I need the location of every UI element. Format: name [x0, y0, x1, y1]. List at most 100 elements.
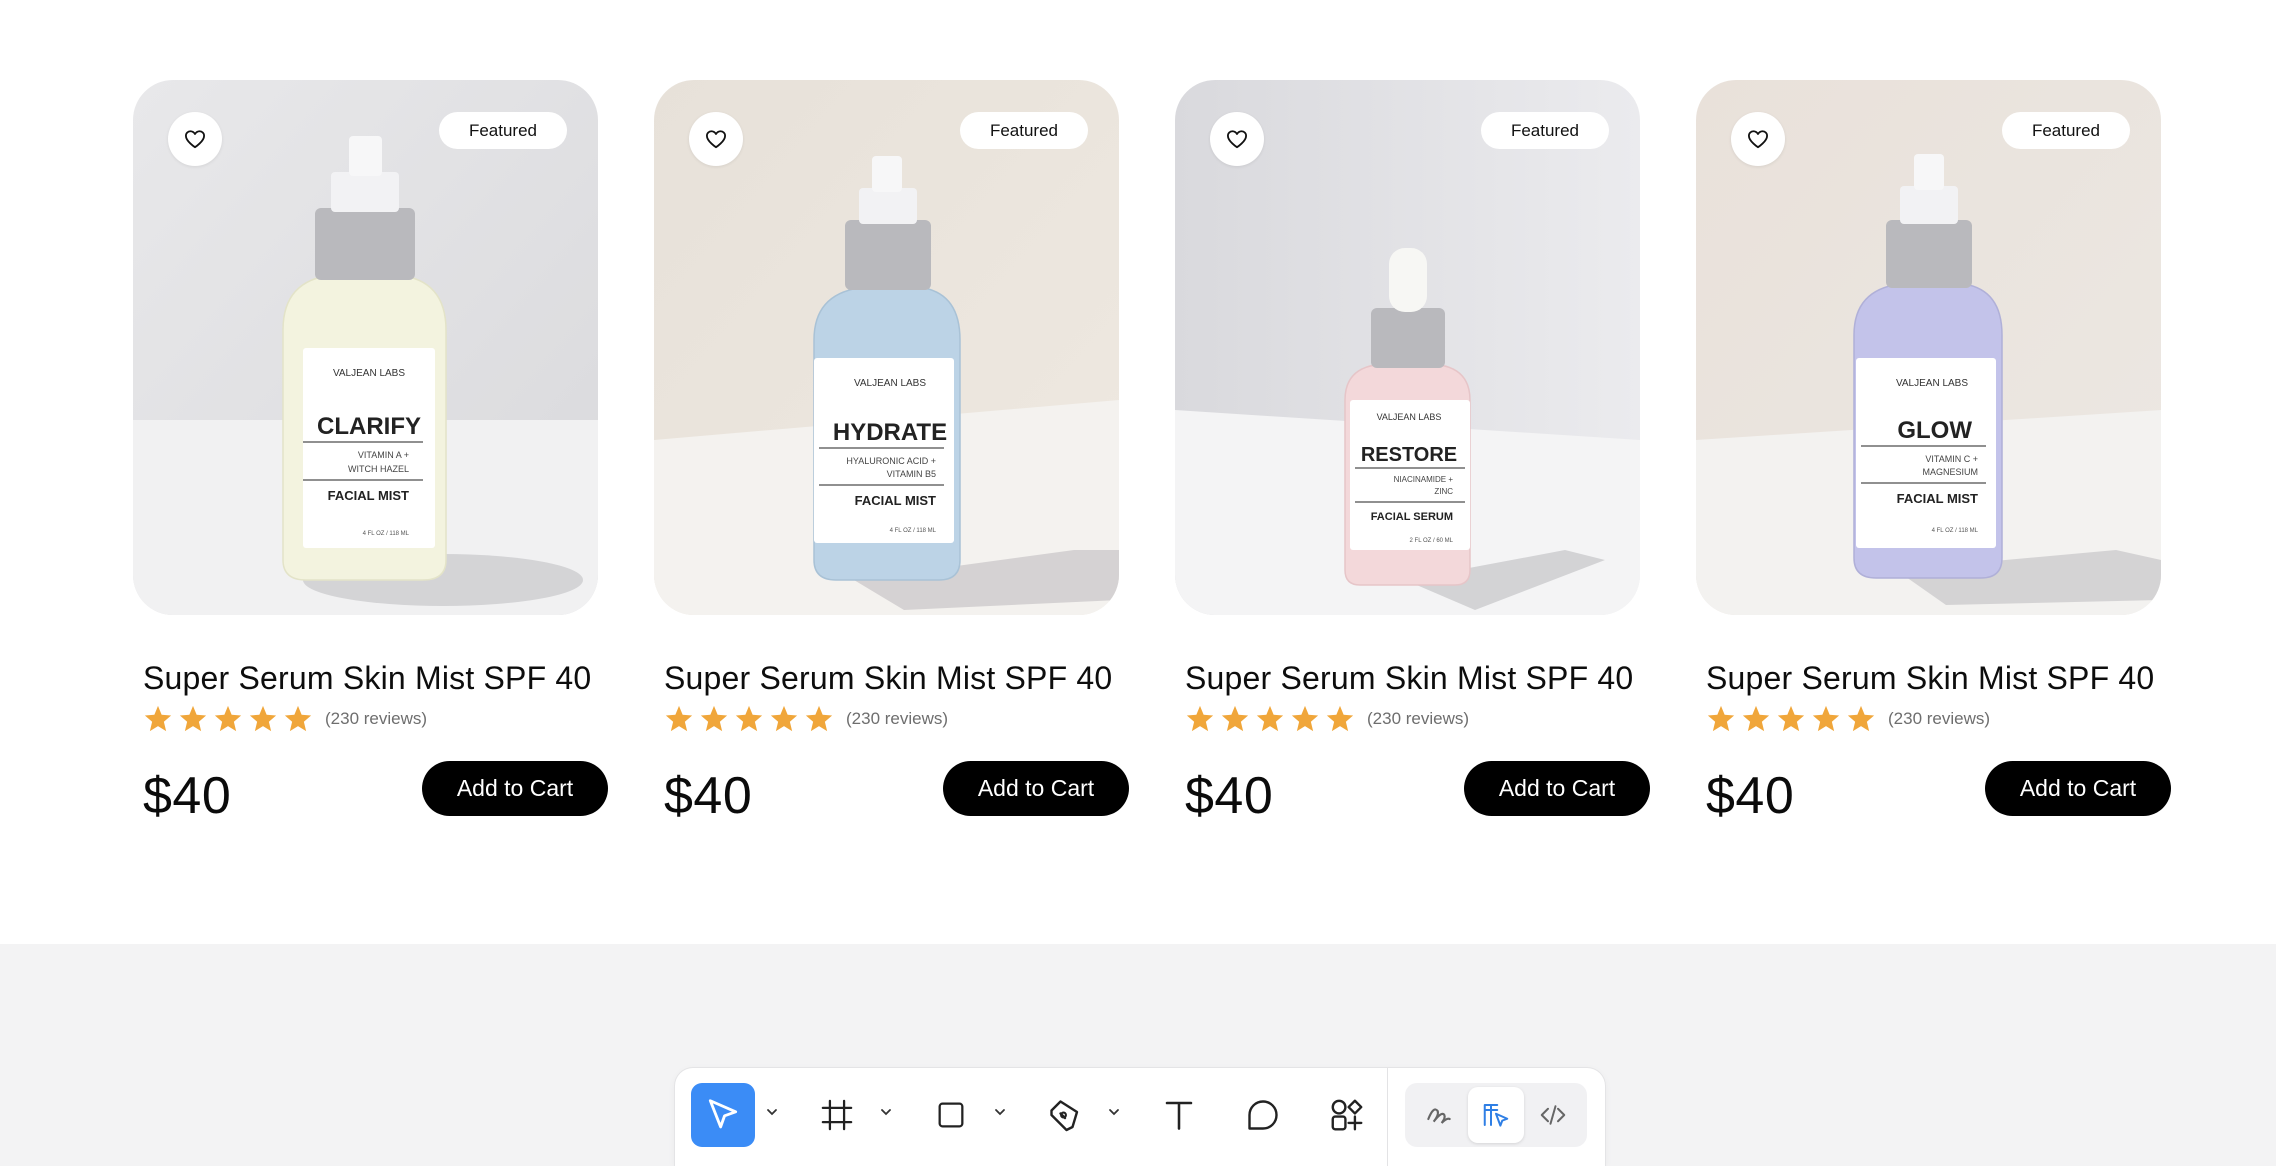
favorite-button[interactable] [1731, 112, 1785, 166]
star-icon [1256, 705, 1284, 732]
star-icon [1186, 705, 1214, 732]
bottle-label-name: CLARIFY [317, 413, 421, 440]
draw-icon [1427, 1108, 1451, 1124]
product-title[interactable]: Super Serum Skin Mist SPF 40 [664, 660, 1112, 697]
review-count[interactable]: (230 reviews) [325, 709, 427, 729]
star-icon [1742, 705, 1770, 732]
mode-switcher [1405, 1083, 1587, 1147]
product-image[interactable]: VALJEAN LABS CLARIFY VITAMIN A + WITCH H… [133, 80, 598, 615]
draw-mode-button[interactable] [1411, 1087, 1467, 1143]
bottle-size: 4 FL OZ / 118 ML [890, 528, 937, 534]
text-tool-button[interactable] [1147, 1083, 1211, 1147]
chevron-down-icon[interactable] [992, 1104, 1008, 1120]
product-title[interactable]: Super Serum Skin Mist SPF 40 [1706, 660, 2154, 697]
star-icon [1291, 705, 1319, 732]
favorite-button[interactable] [168, 112, 222, 166]
pen-icon [1050, 1100, 1079, 1132]
star-icon [249, 705, 277, 732]
add-to-cart-button[interactable]: Add to Cart [1985, 761, 2171, 816]
bottle-ingredient: VITAMIN A + [358, 450, 409, 460]
comment-tool-button[interactable] [1231, 1083, 1295, 1147]
chevron-down-icon[interactable] [878, 1104, 894, 1120]
dev-mode-button[interactable] [1525, 1087, 1581, 1143]
product-title[interactable]: Super Serum Skin Mist SPF 40 [143, 660, 591, 697]
rating-stars [1185, 704, 1355, 734]
components-icon [1331, 1099, 1363, 1131]
bottle-brand: VALJEAN LABS [333, 368, 405, 379]
bottle-size: 4 FL OZ / 118 ML [363, 531, 410, 537]
star-icon [1326, 705, 1354, 732]
heart-icon [706, 130, 726, 149]
bottle-size: 4 FL OZ / 118 ML [1932, 528, 1979, 534]
star-icon [665, 705, 693, 732]
rectangle-icon [938, 1102, 964, 1128]
chevron-down-icon[interactable] [764, 1104, 780, 1120]
product-rating: (230 reviews) [1706, 704, 1990, 734]
star-icon [805, 705, 833, 732]
star-icon [144, 705, 172, 732]
star-icon [735, 705, 763, 732]
product-card: VALJEAN LABS GLOW VITAMIN C + MAGNESIUM … [1696, 80, 2171, 825]
bottle-ingredient: ZINC [1434, 487, 1453, 496]
heart-icon [185, 130, 205, 149]
favorite-button[interactable] [1210, 112, 1264, 166]
comment-icon [1248, 1100, 1278, 1130]
bottle-ingredient: HYALURONIC ACID + [846, 456, 936, 466]
add-to-cart-button[interactable]: Add to Cart [422, 761, 608, 816]
frame-tool-button[interactable] [805, 1083, 869, 1147]
product-rating: (230 reviews) [664, 704, 948, 734]
star-icon [1777, 705, 1805, 732]
bottle-type: FACIAL SERUM [1371, 511, 1453, 523]
star-icon [770, 705, 798, 732]
star-icon [284, 705, 312, 732]
bottle-ingredient: NIACINAMIDE + [1394, 475, 1454, 484]
star-icon [1812, 705, 1840, 732]
bottle-type: FACIAL MIST [855, 493, 936, 508]
pen-tool-button[interactable] [1033, 1083, 1097, 1147]
code-icon [1540, 1105, 1566, 1125]
bottle-ingredient: VITAMIN B5 [887, 469, 936, 479]
rectangle-tool-button[interactable] [919, 1083, 983, 1147]
design-toolbar [675, 1068, 1605, 1166]
featured-badge: Featured [1480, 112, 1609, 149]
product-title[interactable]: Super Serum Skin Mist SPF 40 [1185, 660, 1633, 697]
star-icon [700, 705, 728, 732]
star-icon [1221, 705, 1249, 732]
bottle-type: FACIAL MIST [1897, 491, 1978, 506]
favorite-button[interactable] [689, 112, 743, 166]
add-to-cart-button[interactable]: Add to Cart [1464, 761, 1650, 816]
product-image[interactable]: VALJEAN LABS HYDRATE HYALURONIC ACID + V… [654, 80, 1119, 615]
bottle-label-name: HYDRATE [833, 419, 947, 446]
app-canvas: VALJEAN LABS CLARIFY VITAMIN A + WITCH H… [0, 0, 2276, 1166]
toolbar-divider [1387, 1068, 1388, 1166]
star-icon [214, 705, 242, 732]
bottle-ingredient: MAGNESIUM [1922, 467, 1978, 477]
review-count[interactable]: (230 reviews) [846, 709, 948, 729]
design-icon [1483, 1104, 1509, 1127]
product-image[interactable]: VALJEAN LABS GLOW VITAMIN C + MAGNESIUM … [1696, 80, 2161, 615]
review-count[interactable]: (230 reviews) [1367, 709, 1469, 729]
design-mode-button[interactable] [1468, 1087, 1524, 1143]
product-card: VALJEAN LABS HYDRATE HYALURONIC ACID + V… [654, 80, 1129, 825]
product-rating: (230 reviews) [143, 704, 427, 734]
featured-badge: Featured [438, 112, 567, 149]
bottle-ingredient: VITAMIN C + [1925, 454, 1978, 464]
bottle-ingredient: WITCH HAZEL [348, 464, 409, 474]
chevron-down-icon[interactable] [1106, 1104, 1122, 1120]
product-card: VALJEAN LABS CLARIFY VITAMIN A + WITCH H… [133, 80, 608, 825]
components-tool-button[interactable] [1315, 1083, 1379, 1147]
add-to-cart-button[interactable]: Add to Cart [943, 761, 1129, 816]
star-icon [1707, 705, 1735, 732]
move-tool-button[interactable] [691, 1083, 755, 1147]
bottle-size: 2 FL OZ / 60 ML [1410, 538, 1454, 544]
bottle-brand: VALJEAN LABS [1896, 378, 1968, 389]
product-image[interactable]: VALJEAN LABS RESTORE NIACINAMIDE + ZINC … [1175, 80, 1640, 615]
bottle-brand: VALJEAN LABS [1377, 412, 1442, 422]
product-card: VALJEAN LABS RESTORE NIACINAMIDE + ZINC … [1175, 80, 1650, 825]
rating-stars [1706, 704, 1876, 734]
review-count[interactable]: (230 reviews) [1888, 709, 1990, 729]
cursor-icon [708, 1099, 738, 1129]
featured-badge: Featured [2001, 112, 2130, 149]
bottle-brand: VALJEAN LABS [854, 378, 926, 389]
star-icon [179, 705, 207, 732]
